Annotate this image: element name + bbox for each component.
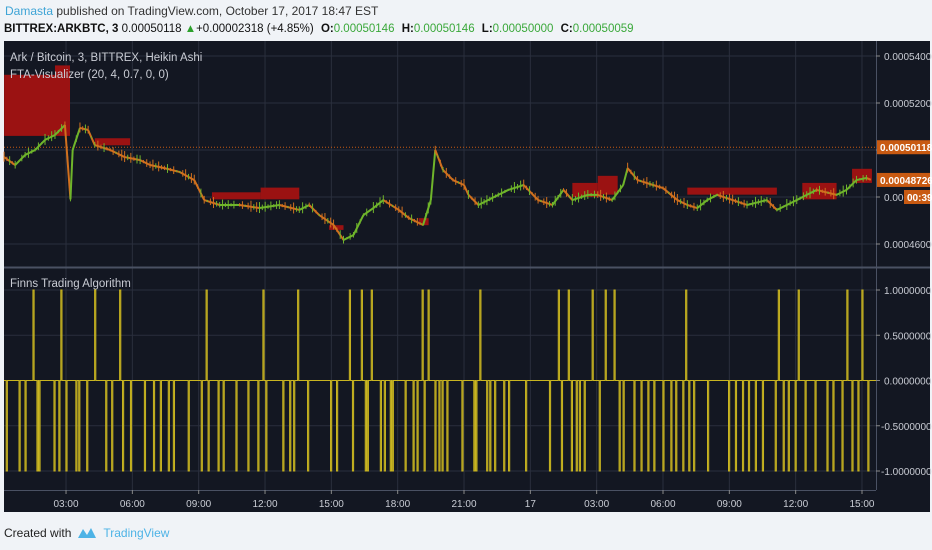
price-tick-label: 0.00054000 xyxy=(884,52,932,63)
x-tick-label: 21:00 xyxy=(451,499,476,510)
x-tick-label: 03:00 xyxy=(54,499,79,510)
indicator-tick-label: 0.5000000 xyxy=(884,331,932,342)
fta-zone xyxy=(94,138,131,146)
chart-canvas[interactable]: 03:00 06:00 09:00 12:00 15:00 18:00 21:00 17 03:… xyxy=(0,0,932,550)
current-price-badge: 0.00050118 xyxy=(880,143,932,154)
indicator-tick-label: -1.0000000 xyxy=(881,467,932,478)
bar-countdown-badge: 00:39 xyxy=(907,193,932,204)
created-with-text: Created with xyxy=(4,526,72,540)
overlay-legend[interactable]: FTA-Visualizer (20, 4, 0.7, 0, 0) xyxy=(10,69,169,81)
price-tick-label: 0.00052000 xyxy=(884,99,932,110)
indicator-legend[interactable]: Finns Trading Algorithm xyxy=(10,278,131,290)
x-tick-label: 09:00 xyxy=(186,499,211,510)
fta-zone xyxy=(687,187,777,195)
tradingview-logo-icon xyxy=(78,528,97,538)
x-tick-label: 15:00 xyxy=(319,499,344,510)
fta-zone xyxy=(4,74,71,136)
x-tick-label: 17 xyxy=(525,499,537,510)
indicator-tick-label: -0.5000000 xyxy=(881,422,932,433)
x-tick-label: 18:00 xyxy=(385,499,410,510)
secondary-price-badge: 0.00048726 xyxy=(880,176,932,187)
fta-zone xyxy=(260,187,300,200)
footer: Created with TradingView xyxy=(4,526,169,540)
price-tick-label: 0.00046000 xyxy=(884,240,932,251)
x-tick-label: 09:00 xyxy=(717,499,742,510)
main-series-legend[interactable]: Ark / Bitcoin, 3, BITTREX, Heikin Ashi xyxy=(10,52,202,64)
indicator-tick-label: 0.0000000 xyxy=(884,377,932,388)
indicator-tick-label: 1.0000000 xyxy=(884,286,932,297)
chart-background xyxy=(4,41,930,512)
fta-zone xyxy=(211,192,261,200)
x-tick-label: 12:00 xyxy=(253,499,278,510)
x-tick-label: 15:00 xyxy=(849,499,874,510)
x-tick-label: 06:00 xyxy=(120,499,145,510)
x-tick-label: 03:00 xyxy=(584,499,609,510)
x-tick-label: 12:00 xyxy=(783,499,808,510)
x-tick-label: 06:00 xyxy=(650,499,675,510)
tradingview-link[interactable]: TradingView xyxy=(103,526,169,540)
